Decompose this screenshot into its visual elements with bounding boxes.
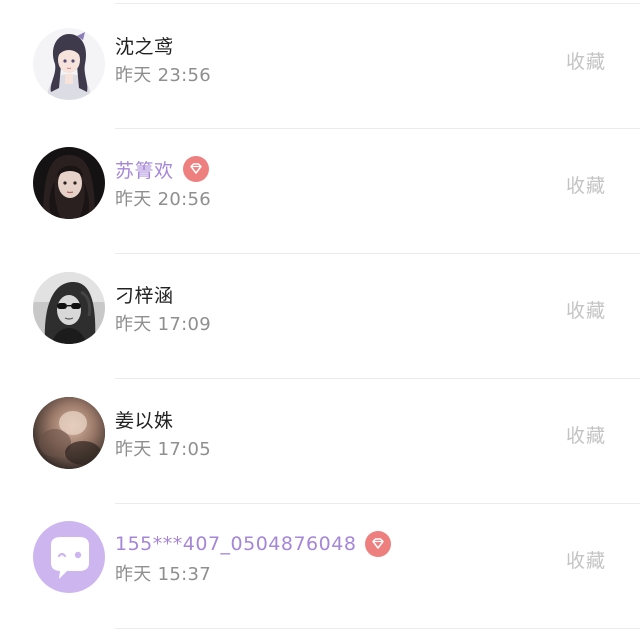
contact-row[interactable]: 155***407_0504876048 昨天 15:37 收藏 — [0, 504, 640, 628]
divider — [115, 628, 640, 629]
contact-name: 沈之鸢 — [115, 35, 174, 58]
sunglasses-woman-avatar[interactable] — [33, 272, 105, 344]
contact-name: 刁梓涵 — [115, 284, 174, 307]
name-line: 姜以姝 — [115, 404, 174, 434]
name-line: 苏箐欢 — [115, 154, 209, 184]
name-line: 155***407_0504876048 — [115, 529, 392, 559]
favorite-button[interactable]: 收藏 — [566, 296, 606, 323]
favorite-button[interactable]: 收藏 — [566, 421, 606, 448]
blurred-photo-avatar[interactable] — [33, 397, 105, 469]
last-message-time: 昨天 20:56 — [115, 189, 211, 210]
favorite-button[interactable]: 收藏 — [566, 171, 606, 198]
contact-row[interactable]: 苏箐欢 昨天 20:56 收藏 — [0, 129, 640, 253]
last-message-time: 昨天 15:37 — [115, 564, 211, 585]
contact-row[interactable]: 沈之鸢 昨天 23:56 收藏 — [0, 4, 640, 128]
contact-name: 155***407_0504876048 — [115, 533, 357, 555]
name-line: 沈之鸢 — [115, 30, 174, 60]
diamond-icon — [182, 156, 209, 182]
last-message-time: 昨天 17:09 — [115, 314, 211, 335]
default-chat-bubble-avatar[interactable] — [33, 521, 105, 593]
anime-girl-avatar[interactable] — [33, 28, 105, 100]
name-line: 刁梓涵 — [115, 279, 174, 309]
diamond-icon — [365, 531, 392, 557]
contact-row[interactable]: 姜以姝 昨天 17:05 收藏 — [0, 379, 640, 503]
dark-hair-woman-avatar[interactable] — [33, 147, 105, 219]
last-message-time: 昨天 17:05 — [115, 439, 211, 460]
contact-row[interactable]: 刁梓涵 昨天 17:09 收藏 — [0, 254, 640, 378]
contact-list: 沈之鸢 昨天 23:56 收藏 苏箐欢 昨天 20:56 收藏 刁梓涵 昨天 1… — [0, 0, 640, 634]
contact-name: 姜以姝 — [115, 409, 174, 432]
last-message-time: 昨天 23:56 — [115, 65, 211, 86]
favorite-button[interactable]: 收藏 — [566, 546, 606, 573]
favorite-button[interactable]: 收藏 — [566, 47, 606, 74]
contact-name: 苏箐欢 — [115, 159, 174, 182]
